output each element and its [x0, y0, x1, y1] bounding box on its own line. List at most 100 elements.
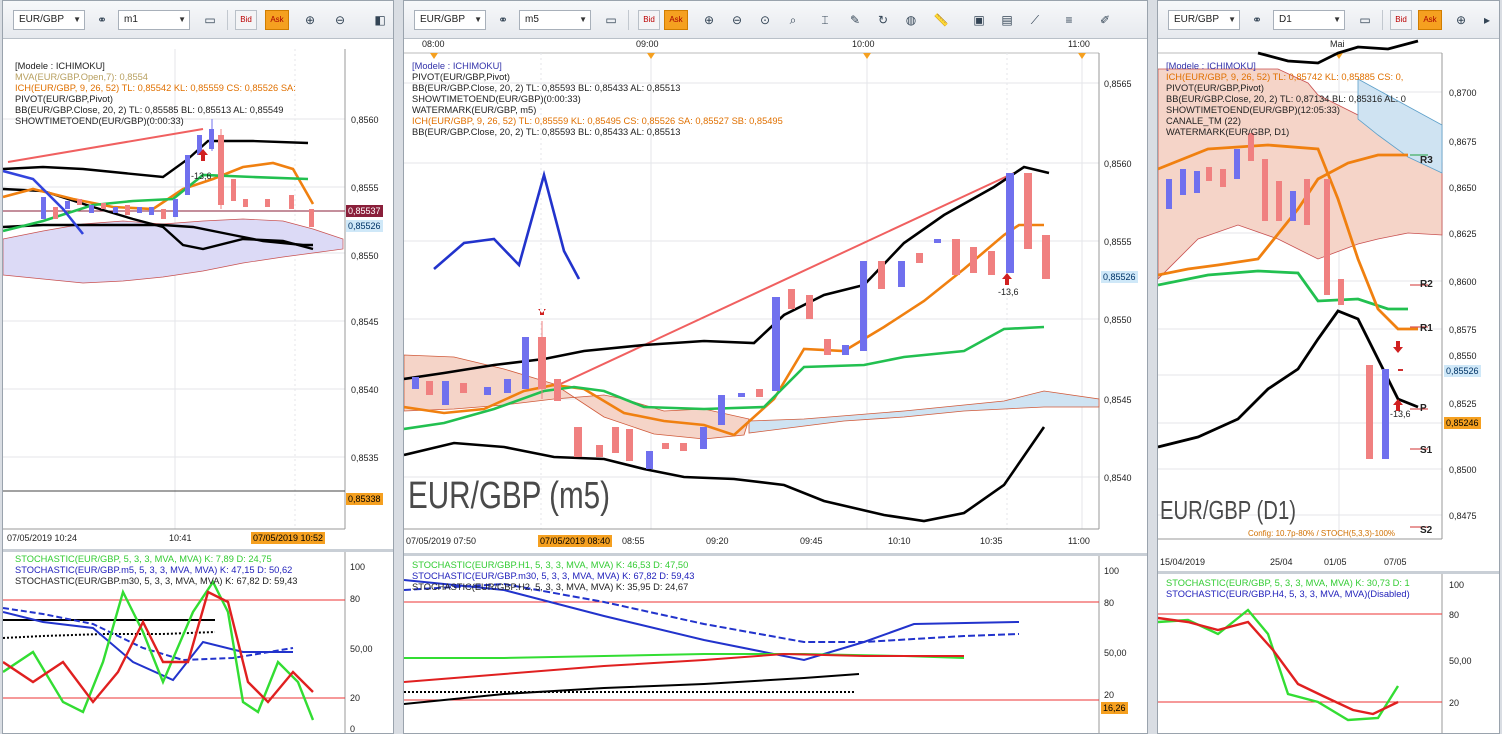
- zoom-out-icon[interactable]: ⊖: [329, 10, 351, 30]
- zoom-fit-icon[interactable]: ⊙: [754, 10, 776, 30]
- more-tools-icon[interactable]: ▸: [1476, 10, 1498, 30]
- x-label: 11:00: [1068, 536, 1090, 546]
- zoom-in-icon[interactable]: ⊕: [1450, 10, 1472, 30]
- y-label: 0,8545: [1104, 395, 1132, 405]
- chart-type-icon[interactable]: ▭: [600, 10, 622, 30]
- stoch-y-label: 0: [350, 724, 356, 734]
- zoom-in-icon[interactable]: ⊕: [299, 10, 321, 30]
- stoch-legend: STOCHASTIC(EUR/GBP, 5, 3, 3, MVA, MVA) K…: [1166, 578, 1440, 600]
- y-label: 0,8525: [1449, 399, 1477, 409]
- legend-line-6: BB(EUR/GBP.Close, 20, 2) TL: 0,85593 BL:…: [412, 127, 681, 137]
- watermark: EUR/GBP (m5): [408, 475, 611, 517]
- top-x-label: 09:00: [636, 39, 659, 49]
- price-chart[interactable]: Mai [Modele : ICHIMOKU] ICH(EUR/GBP, 9, …: [1158, 39, 1499, 567]
- y-label: 0,8555: [351, 183, 379, 193]
- x-label: 07/05: [1384, 557, 1407, 567]
- y-label: 0,8575: [1449, 325, 1477, 335]
- template-icon[interactable]: ▤: [996, 10, 1018, 30]
- stoch-y-label: 100: [350, 562, 366, 572]
- y-label: 0,8700: [1449, 88, 1477, 98]
- time-highlight: 07/05/2019 08:40: [538, 535, 613, 547]
- top-x-label: 08:00: [422, 39, 445, 49]
- chart-type-icon[interactable]: ▭: [1354, 10, 1376, 30]
- image-icon[interactable]: ▣: [968, 10, 990, 30]
- legend-line-4: SHOWTIMETOEND(EUR/GBP)(12:05:33): [1166, 105, 1340, 115]
- stochastic-panel[interactable]: STOCHASTIC(EUR/GBP.H1, 5, 3, 3, MVA, MVA…: [404, 553, 1147, 733]
- timeframe-select[interactable]: m5 ▼: [519, 10, 591, 30]
- stochastic-panel[interactable]: STOCHASTIC(EUR/GBP, 5, 3, 3, MVA, MVA) K…: [3, 549, 393, 734]
- pen-icon[interactable]: ✐: [1094, 10, 1116, 30]
- watermark: EUR/GBP (D1): [1160, 495, 1296, 525]
- price-tag-last: 0,85526: [1444, 365, 1481, 377]
- signal-annotation: -13,6: [998, 287, 1019, 297]
- pivot-r2: R2: [1420, 279, 1433, 290]
- symbol-select[interactable]: EUR/GBP ▼: [414, 10, 486, 30]
- y-label: 0,8650: [1449, 183, 1477, 193]
- legend-line-2: BB(EUR/GBP.Close, 20, 2) TL: 0,85593 BL:…: [412, 83, 681, 93]
- more-tools-icon[interactable]: ◧: [369, 10, 391, 30]
- chart-toolbar: EUR/GBP ▼ ⚭ D1 ▼ ▭ Bid Ask ⊕ ▸: [1158, 1, 1499, 39]
- chart-window-m1[interactable]: EUR/GBP ▼ ⚭ m1 ▼ ▭ Bid Ask ⊕ ⊖ ◧ [Modele…: [2, 0, 394, 734]
- legend-line-2: PIVOT(EUR/GBP,Pivot): [1166, 83, 1264, 93]
- timeframe-select[interactable]: m1 ▼: [118, 10, 190, 30]
- bid-button[interactable]: Bid: [638, 10, 660, 30]
- link-icon[interactable]: ⚭: [492, 10, 514, 30]
- cursor-icon[interactable]: ⌶: [814, 10, 836, 30]
- x-label: 08:55: [622, 536, 645, 546]
- bid-button[interactable]: Bid: [235, 10, 257, 30]
- draw-lines-icon[interactable]: ⟋: [1024, 10, 1046, 30]
- stoch-legend-2: STOCHASTIC(EUR/GBP.m30, 5, 3, 3, MVA, MV…: [15, 576, 298, 586]
- refresh-icon[interactable]: ↻: [872, 10, 894, 30]
- price-tag-level: 0,85338: [346, 493, 383, 505]
- legend-line-3: SHOWTIMETOEND(EUR/GBP)(0:00:33): [412, 94, 581, 104]
- stochastic-panel[interactable]: STOCHASTIC(EUR/GBP, 5, 3, 3, MVA, MVA) K…: [1158, 571, 1499, 733]
- x-label: 10:10: [888, 536, 911, 546]
- stoch-legend-0: STOCHASTIC(EUR/GBP.H1, 5, 3, 3, MVA, MVA…: [412, 560, 689, 570]
- magnifier-icon[interactable]: ⌕: [782, 10, 804, 30]
- edit-icon[interactable]: ✎: [844, 10, 866, 30]
- stoch-y-label: 20: [1449, 698, 1460, 708]
- link-icon[interactable]: ⚭: [91, 10, 113, 30]
- ruler-icon[interactable]: 📏: [930, 10, 952, 30]
- chart-type-icon[interactable]: ▭: [199, 10, 221, 30]
- signal-annotation: -13,6: [191, 171, 212, 181]
- ask-button[interactable]: Ask: [1418, 10, 1442, 30]
- symbol-select[interactable]: EUR/GBP ▼: [13, 10, 85, 30]
- y-label: 0,8560: [1104, 159, 1132, 169]
- ask-button[interactable]: Ask: [265, 10, 289, 30]
- legend-line-3: PIVOT(EUR/GBP,Pivot): [15, 94, 113, 104]
- x-label: 07/05/2019 07:50: [406, 536, 477, 546]
- top-x-label: Mai: [1330, 39, 1345, 49]
- zoom-out-icon[interactable]: ⊖: [726, 10, 748, 30]
- stoch-legend-2: STOCHASTIC(EUR/GBP.H2, 5, 3, 3, MVA, MVA…: [412, 582, 689, 592]
- globe-icon[interactable]: ◍: [900, 10, 922, 30]
- legend-line-3: BB(EUR/GBP.Close, 20, 2) TL: 0,87134 BL:…: [1166, 94, 1406, 104]
- chart-window-m5[interactable]: EUR/GBP ▼ ⚭ m5 ▼ ▭ Bid Ask ⊕ ⊖ ⊙ ⌕ ⌶ ✎ ↻ ◍…: [403, 0, 1148, 734]
- chart-window-d1[interactable]: EUR/GBP ▼ ⚭ D1 ▼ ▭ Bid Ask ⊕ ▸ Mai [Mode…: [1157, 0, 1500, 734]
- bid-button[interactable]: Bid: [1390, 10, 1412, 30]
- menu-icon[interactable]: ≡: [1058, 10, 1080, 30]
- top-x-label: 11:00: [1068, 39, 1090, 49]
- x-label: 07/05/2019 10:24: [7, 533, 78, 543]
- y-label: 0,8625: [1449, 229, 1477, 239]
- link-icon[interactable]: ⚭: [1246, 10, 1268, 30]
- zoom-in-icon[interactable]: ⊕: [698, 10, 720, 30]
- ask-button[interactable]: Ask: [664, 10, 688, 30]
- stoch-legend-1: STOCHASTIC(EUR/GBP.H4, 5, 3, 3, MVA, MVA…: [1166, 589, 1410, 599]
- timeframe-select[interactable]: D1 ▼: [1273, 10, 1345, 30]
- symbol-select[interactable]: EUR/GBP ▼: [1168, 10, 1240, 30]
- stoch-legend-0: STOCHASTIC(EUR/GBP, 5, 3, 3, MVA, MVA) K…: [1166, 578, 1410, 588]
- stoch-value-tag: 16,26: [1101, 702, 1128, 714]
- y-label: 0,8475: [1449, 511, 1477, 521]
- x-label: 10:35: [980, 536, 1003, 546]
- pivot-p: P: [1420, 403, 1427, 414]
- price-chart[interactable]: [Modele : ICHIMOKU] MVA(EUR/GBP.Open,7):…: [3, 39, 393, 549]
- legend-line-0: [Modele : ICHIMOKU]: [1166, 61, 1256, 71]
- legend-line-1: MVA(EUR/GBP.Open,7): 0,8554: [15, 72, 148, 82]
- y-label: 0,8550: [1449, 351, 1477, 361]
- legend-line-1: ICH(EUR/GBP, 9, 26, 52) TL: 0,85742 KL: …: [1166, 72, 1404, 82]
- x-label: 09:20: [706, 536, 729, 546]
- price-chart[interactable]: 08:00 09:00 10:00 11:00 [Modele : ICHIMO…: [404, 39, 1147, 551]
- stoch-y-label: 80: [1104, 598, 1115, 608]
- legend-line-4: BB(EUR/GBP.Close, 20, 2) TL: 0,85585 BL:…: [15, 105, 284, 115]
